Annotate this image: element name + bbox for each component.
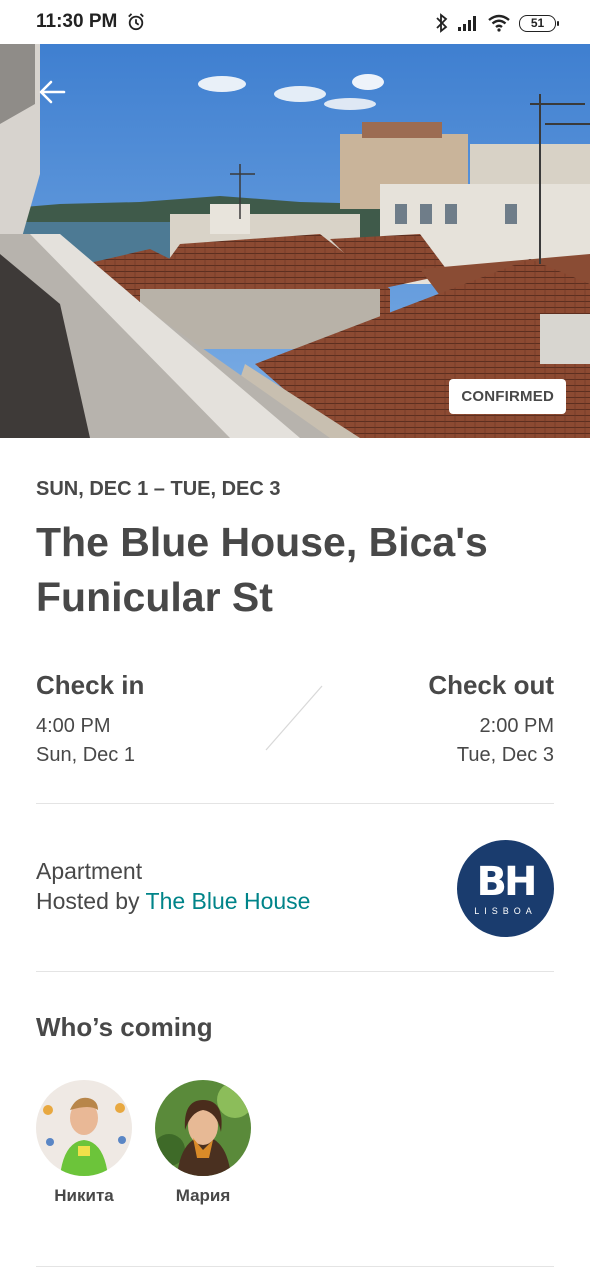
status-time: 11:30 PM (36, 11, 118, 32)
host-avatar[interactable]: BH LISBOA (457, 840, 554, 937)
divider (36, 1266, 554, 1267)
avatar (155, 1080, 251, 1176)
wifi-icon (488, 14, 510, 32)
guest-name: Никита (54, 1186, 114, 1205)
avatar (36, 1080, 132, 1176)
guest-photo (36, 1080, 132, 1176)
check-out: Check out 2:00 PM Tue, Dec 3 (428, 670, 554, 767)
back-button[interactable] (30, 70, 74, 114)
guest-photo (155, 1080, 251, 1176)
guests-heading: Who’s coming (36, 1012, 213, 1042)
hero-image: CONFIRMED (0, 44, 590, 438)
guest-list: Никита Мария (36, 1080, 251, 1206)
check-out-date: Tue, Dec 3 (456, 744, 554, 766)
guest-item[interactable]: Мария (155, 1080, 251, 1206)
signal-icon (458, 16, 476, 31)
host-logo-letters: BH (476, 858, 538, 905)
divider-slash (265, 685, 323, 751)
host-logo-subtitle: LISBOA (474, 905, 537, 916)
listing-title: The Blue House, Bica's Funicular St (36, 519, 488, 620)
host-name-link[interactable]: The Blue House (146, 888, 311, 914)
guest-name: Мария (175, 1186, 231, 1205)
listing-type: Apartment (36, 858, 143, 884)
bluetooth-icon (436, 13, 448, 33)
check-in-time: 4:00 PM (36, 715, 111, 737)
status-bar: 11:30 PM 51 (0, 0, 590, 44)
check-in-label: Check in (36, 670, 145, 700)
check-out-time: 2:00 PM (479, 715, 554, 737)
alarm-icon (128, 13, 145, 31)
hosted-by-prefix: Hosted by (36, 888, 146, 914)
check-in: Check in 4:00 PM Sun, Dec 1 (36, 670, 144, 767)
reservation-details: SUN, DEC 1 – TUE, DEC 3 The Blue House, … (36, 438, 554, 1267)
check-in-date: Sun, Dec 1 (36, 744, 135, 766)
trip-dates: SUN, DEC 1 – TUE, DEC 3 (36, 478, 281, 500)
status-icons: 51 (435, 13, 559, 33)
divider (36, 803, 554, 804)
hosted-by: Hosted by The Blue House (36, 888, 310, 915)
check-in-out: Check in 4:00 PM Sun, Dec 1 Check out 2:… (36, 670, 554, 770)
battery-icon: 51 (519, 14, 559, 32)
divider (36, 971, 554, 972)
host-section: Apartment Hosted by The Blue House BH LI… (36, 840, 554, 938)
status-badge: CONFIRMED (449, 379, 566, 414)
guest-item[interactable]: Никита (36, 1080, 132, 1206)
check-out-label: Check out (428, 670, 554, 700)
battery-level: 51 (530, 16, 545, 30)
arrow-left-icon (39, 80, 66, 104)
